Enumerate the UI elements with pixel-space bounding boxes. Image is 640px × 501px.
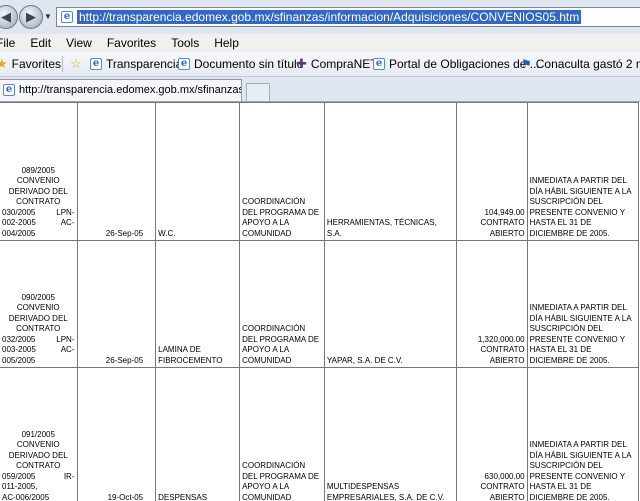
contract-number-cell: 091/2005 CONVENIO DERIVADO DEL CONTRATO …	[0, 367, 78, 501]
item-cell: LAMINA DE FIBROCEMENTO	[155, 240, 241, 368]
area-cell: COORDINACIÓN DEL PROGRAMA DE APOYO A LA …	[239, 367, 325, 501]
ie-tab-icon: e	[3, 84, 15, 97]
amount-cell: 630,000.00 CONTRATO ABIERTO	[455, 367, 528, 501]
fav-link-compranet[interactable]: ✚ CompraNET	[296, 52, 378, 76]
divider	[62, 56, 63, 72]
add-favorite-button[interactable]: ☆	[70, 52, 82, 76]
fav-link-conaculta[interactable]: ⚑Conaculta gastó 2 mill	[521, 52, 640, 76]
item-cell: DESPENSAS	[155, 367, 241, 501]
fav-link-portal[interactable]: e Portal de Obligaciones de ...	[373, 52, 540, 76]
supplier-cell: YAPAR, S.A. DE C.V.	[323, 240, 457, 368]
fav-link-documento[interactable]: e Documento sin título	[178, 52, 303, 76]
menu-bar: File Edit View Favorites Tools Help	[0, 34, 640, 52]
page-content: 089/2005 CONVENIO DERIVADO DEL CONTRATO …	[0, 102, 640, 501]
tab-active[interactable]: e http://transparencia.edomex.gob.mx/sfin…	[0, 79, 242, 101]
amount-cell: 1,320,000.00 CONTRATO ABIERTO	[455, 240, 528, 368]
menu-help[interactable]: Help	[214, 34, 239, 52]
address-field[interactable]: e http://transparencia.edomex.gob.mx/sfi…	[56, 7, 640, 27]
term-cell: INMEDIATA A PARTIR DEL DÍA HÁBIL SIGUIEN…	[526, 367, 640, 501]
url-text[interactable]: http://transparencia.edomex.gob.mx/sfina…	[77, 10, 582, 24]
term-cell: INMEDIATA A PARTIR DEL DÍA HÁBIL SIGUIEN…	[526, 102, 640, 241]
supplier-cell: HERRAMIENTAS, TÉCNICAS, S.A.	[323, 102, 457, 241]
new-tab-button[interactable]	[246, 83, 270, 101]
area-cell: COORDINACIÓN DEL PROGRAMA DE APOYO A LA …	[239, 240, 325, 368]
date-cell: 19-Oct-05	[76, 367, 157, 501]
favorites-star-icon: ★	[0, 56, 8, 71]
news-feed-icon: ⚑	[521, 57, 532, 71]
ie-page-icon: e	[90, 58, 102, 70]
menu-file[interactable]: File	[0, 34, 15, 52]
add-favorite-icon: ☆	[70, 56, 82, 71]
back-button[interactable]: ◀	[0, 5, 18, 29]
menu-tools[interactable]: Tools	[171, 34, 199, 52]
contract-number-cell: 089/2005 CONVENIO DERIVADO DEL CONTRATO …	[0, 102, 78, 241]
menu-edit[interactable]: Edit	[30, 34, 51, 52]
table-row: 091/2005 CONVENIO DERIVADO DEL CONTRATO …	[0, 367, 640, 501]
contract-number-cell: 090/2005 CONVENIO DERIVADO DEL CONTRATO …	[0, 240, 78, 368]
supplier-cell: MULTIDESPENSAS EMPRESARIALES, S.A. DE C.…	[323, 367, 457, 501]
menu-view[interactable]: View	[66, 34, 92, 52]
table-row: 089/2005 CONVENIO DERIVADO DEL CONTRATO …	[0, 102, 640, 241]
table-row: 090/2005 CONVENIO DERIVADO DEL CONTRATO …	[0, 240, 640, 368]
history-dropdown-icon[interactable]: ▼	[44, 12, 52, 21]
browser-chrome: ◀ ▶ ▼ e http://transparencia.edomex.gob.…	[0, 0, 640, 102]
tab-bar: e http://transparencia.edomex.gob.mx/sfin…	[0, 77, 640, 102]
ie-page-icon: e	[373, 58, 385, 70]
area-cell: COORDINACIÓN DEL PROGRAMA DE APOYO A LA …	[239, 102, 325, 241]
favorites-bar: ★ Favorites ☆ e Transparencia e Documento s…	[0, 52, 640, 77]
date-cell: 26-Sep-05	[76, 240, 157, 368]
page-icon: e	[61, 11, 73, 23]
item-cell: W.C.	[155, 102, 241, 241]
fav-link-transparencia[interactable]: e Transparencia	[90, 52, 182, 76]
term-cell: INMEDIATA A PARTIR DEL DÍA HÁBIL SIGUIEN…	[526, 240, 640, 368]
forward-button[interactable]: ▶	[19, 5, 43, 29]
compranet-icon: ✚	[296, 56, 307, 71]
contracts-table: 089/2005 CONVENIO DERIVADO DEL CONTRATO …	[0, 102, 640, 501]
favorites-button[interactable]: ★ Favorites	[0, 52, 61, 76]
address-bar-row: ◀ ▶ ▼ e http://transparencia.edomex.gob.…	[0, 0, 640, 34]
menu-favorites[interactable]: Favorites	[107, 34, 156, 52]
amount-cell: 104,949.00 CONTRATO ABIERTO	[455, 102, 528, 241]
ie-page-icon: e	[178, 58, 190, 70]
date-cell: 26-Sep-05	[76, 102, 157, 241]
